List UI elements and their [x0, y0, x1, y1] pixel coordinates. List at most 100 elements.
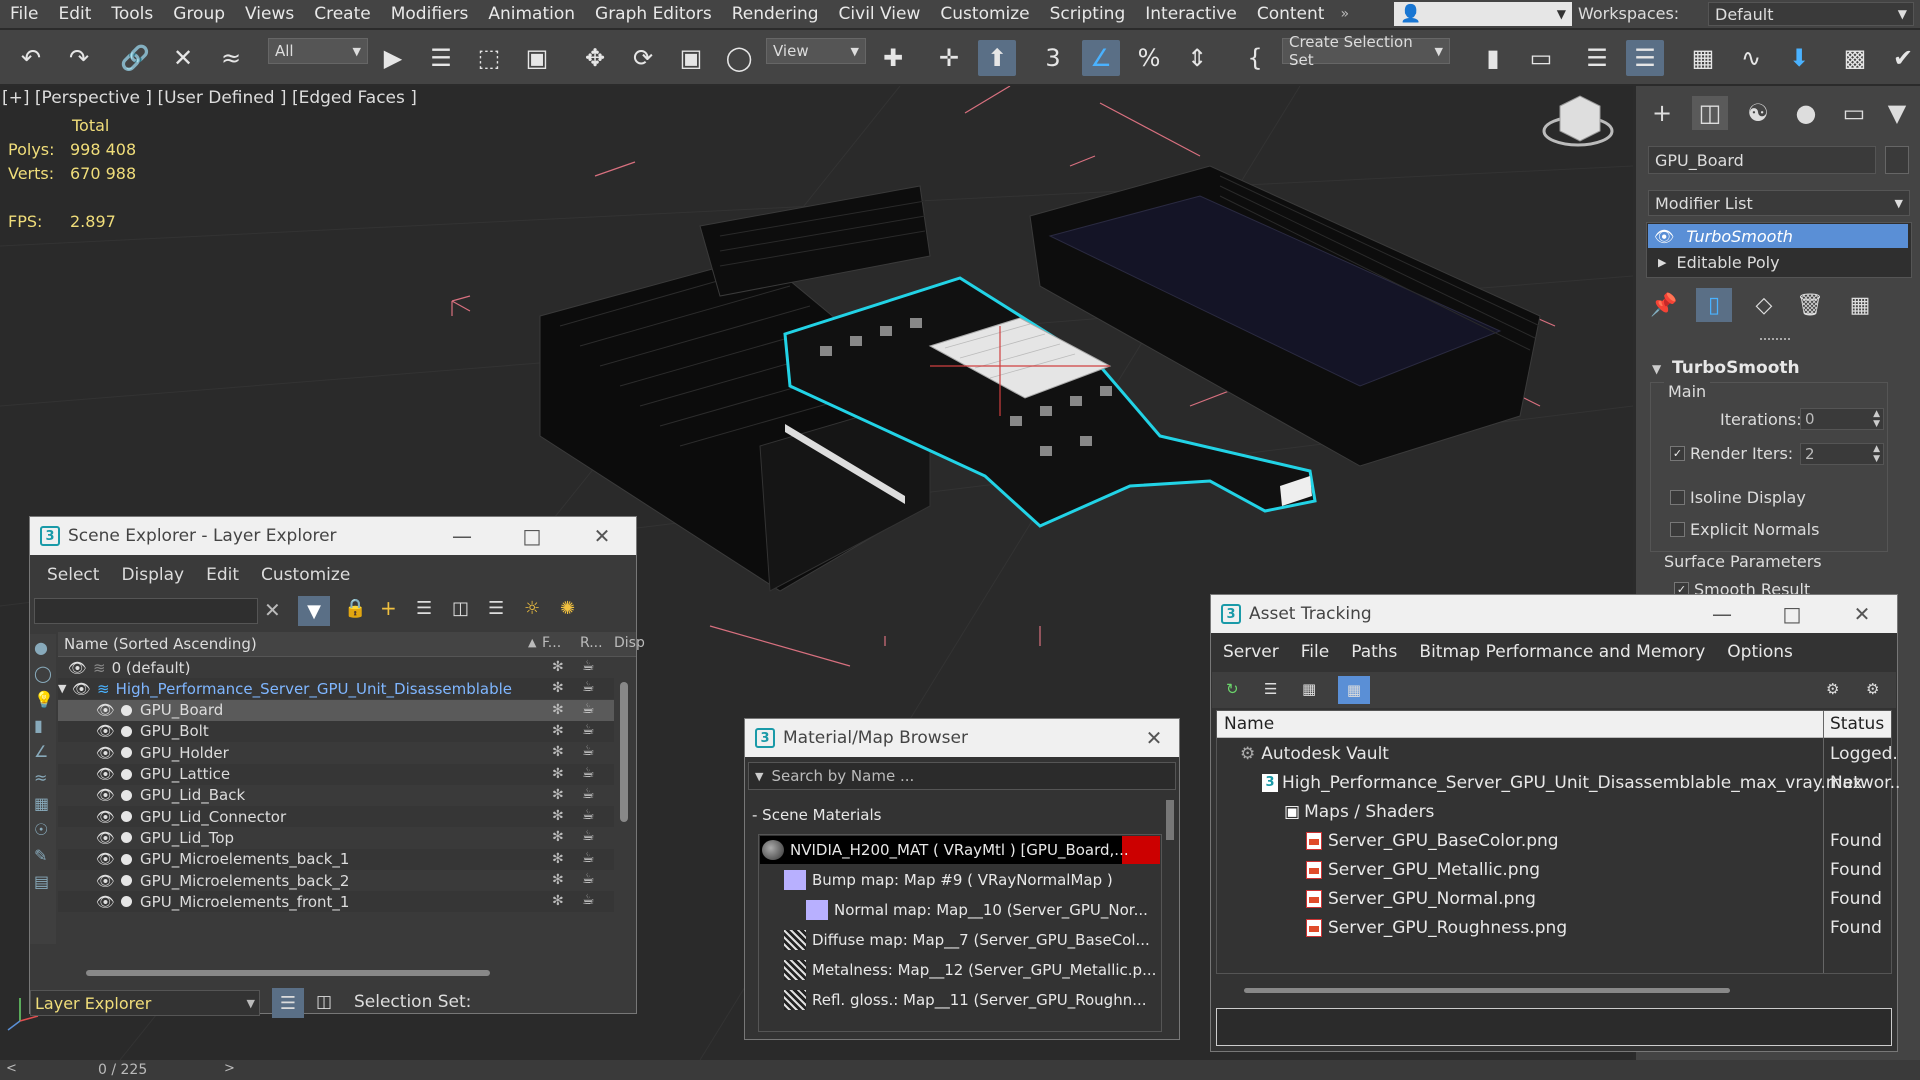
- panel-divider-grip[interactable]: [1760, 338, 1790, 344]
- menu-item-views[interactable]: Views: [235, 4, 304, 24]
- render-teapot-icon[interactable]: ☕: [582, 722, 595, 738]
- object-name-field[interactable]: GPU_Board: [1648, 146, 1876, 174]
- vertical-scrollbar[interactable]: [620, 682, 628, 822]
- eye-icon[interactable]: 👁: [1654, 227, 1674, 246]
- col-name-header[interactable]: Name (Sorted Ascending): [64, 635, 257, 653]
- render-teapot-icon[interactable]: ☕: [582, 765, 595, 781]
- create-tab-icon[interactable]: +: [1644, 96, 1680, 130]
- spinner-snap-icon[interactable]: ⇕: [1178, 40, 1216, 76]
- menu-item-rendering[interactable]: Rendering: [722, 4, 829, 24]
- remove-modifier-icon[interactable]: 🗑: [1792, 288, 1828, 322]
- highlight-icon[interactable]: ☼: [524, 598, 540, 619]
- asset-row[interactable]: Server_GPU_Metallic.png: [1306, 856, 1540, 884]
- display-bones-icon[interactable]: ✎: [34, 846, 47, 865]
- explorer-type-dropdown[interactable]: Layer Explorer ▼: [30, 990, 260, 1016]
- eye-icon[interactable]: 👁: [96, 722, 115, 740]
- display-tab-icon[interactable]: ▭: [1836, 96, 1872, 130]
- col-status-header[interactable]: Status: [1830, 714, 1884, 734]
- material-row[interactable]: Bump map: Map #9 ( VRayNormalMap ): [784, 867, 1158, 893]
- material-browser-titlebar[interactable]: 3 Material/Map Browser: [745, 719, 1179, 757]
- undo-icon[interactable]: ↶: [12, 40, 50, 76]
- show-end-result-icon[interactable]: ▯: [1696, 288, 1732, 322]
- display-helpers-icon[interactable]: ∠: [34, 742, 48, 761]
- add-to-layer-icon[interactable]: ☰: [416, 598, 432, 619]
- asset-row[interactable]: Server_GPU_BaseColor.png: [1306, 827, 1559, 855]
- asset-row[interactable]: ⚙ Autodesk Vault: [1240, 740, 1389, 768]
- time-slider-left-icon[interactable]: <: [6, 1061, 17, 1076]
- unlink-icon[interactable]: ✕: [164, 40, 202, 76]
- material-row[interactable]: Refl. gloss.: Map__11 (Server_GPU_Roughn…: [784, 987, 1158, 1013]
- hierarchy-mode-icon[interactable]: ◫: [316, 992, 332, 1012]
- snaps-toggle-icon[interactable]: 3: [1034, 40, 1072, 76]
- menu-item-tools[interactable]: Tools: [101, 4, 163, 24]
- layer-row[interactable]: ▼ 👁 ≋ High_Performance_Server_GPU_Unit_Disa…: [58, 678, 614, 700]
- pivot-center-icon[interactable]: ✚: [874, 40, 912, 76]
- at-menu-paths[interactable]: Paths: [1340, 642, 1408, 662]
- freeze-icon[interactable]: ✻: [552, 893, 564, 909]
- refresh-icon[interactable]: ↻: [1226, 680, 1239, 698]
- close-icon[interactable]: ✕: [1130, 719, 1178, 757]
- at-menu-server[interactable]: Server: [1212, 642, 1290, 662]
- scene-explorer-toggle-icon[interactable]: ☰: [1578, 40, 1616, 76]
- object-row[interactable]: 👁 GPU_Holder: [58, 742, 614, 764]
- percent-snap-icon[interactable]: %: [1130, 40, 1168, 76]
- isoline-display-checkbox[interactable]: [1670, 490, 1685, 505]
- asset-row[interactable]: Server_GPU_Roughness.png: [1306, 914, 1567, 942]
- menu-item-scripting[interactable]: Scripting: [1040, 4, 1136, 24]
- eye-icon[interactable]: 👁: [72, 680, 91, 698]
- layer-row[interactable]: 👁 ≋ 0 (default): [58, 657, 614, 678]
- freeze-icon[interactable]: ✻: [552, 808, 564, 824]
- se-menu-edit[interactable]: Edit: [195, 565, 250, 585]
- time-slider[interactable]: [0, 1060, 1920, 1080]
- object-color-swatch[interactable]: [1885, 146, 1909, 174]
- move-icon[interactable]: ✥: [576, 40, 614, 76]
- lock-icon[interactable]: 🔒: [344, 598, 366, 619]
- create-layer-icon[interactable]: +: [380, 596, 397, 620]
- asset-row[interactable]: ▣ Maps / Shaders: [1284, 798, 1434, 826]
- clear-search-icon[interactable]: ✕: [264, 598, 281, 622]
- link-icon[interactable]: 🔗: [116, 40, 154, 76]
- chevron-right-icon[interactable]: ▶: [1658, 256, 1666, 269]
- help-icon[interactable]: ⚙: [1826, 680, 1839, 698]
- display-geometry-icon[interactable]: ●: [34, 638, 48, 657]
- display-xrefs-icon[interactable]: ☉: [34, 820, 48, 839]
- freeze-icon[interactable]: ✻: [552, 851, 564, 867]
- object-row[interactable]: 👁 GPU_Bolt: [58, 720, 614, 742]
- menu-item-customize[interactable]: Customize: [930, 4, 1039, 24]
- col-display-header[interactable]: Disp: [614, 635, 645, 651]
- object-row[interactable]: 👁 GPU_Lid_Top: [58, 827, 614, 849]
- asset-row[interactable]: 3 High_Performance_Server_GPU_Unit_Disass…: [1262, 769, 1863, 797]
- render-setup-icon[interactable]: ✔: [1884, 40, 1920, 76]
- menu-item-edit[interactable]: Edit: [48, 4, 101, 24]
- display-groups-icon[interactable]: ▦: [34, 794, 49, 813]
- render-teapot-icon[interactable]: ☕: [582, 701, 595, 717]
- render-teapot-icon[interactable]: ☕: [582, 892, 595, 908]
- eye-icon[interactable]: 👁: [96, 786, 115, 804]
- eye-icon[interactable]: 👁: [68, 659, 87, 677]
- modify-tab-icon[interactable]: ◫: [1692, 96, 1728, 130]
- mirror-icon[interactable]: ▮: [1474, 40, 1512, 76]
- chevron-down-icon[interactable]: ▼: [755, 770, 763, 783]
- stack-item-editable-poly[interactable]: ▶ Editable Poly: [1648, 250, 1908, 274]
- select-manipulate-icon[interactable]: ✛: [930, 40, 968, 76]
- menu-item-content[interactable]: Content: [1247, 4, 1335, 24]
- align-icon[interactable]: ▭: [1522, 40, 1560, 76]
- explicit-normals-checkbox[interactable]: [1670, 522, 1685, 537]
- object-row[interactable]: 👁 GPU_Microelements_front_1: [58, 891, 614, 913]
- object-row[interactable]: 👁 GPU_Lattice: [58, 763, 614, 785]
- display-lights-icon[interactable]: 💡: [34, 690, 54, 709]
- hierarchy-icon[interactable]: ◫: [452, 598, 469, 619]
- eye-icon[interactable]: 👁: [96, 872, 115, 890]
- object-row[interactable]: 👁 GPU_Lid_Connector: [58, 806, 614, 828]
- close-icon[interactable]: ✕: [578, 517, 626, 555]
- rollout-title[interactable]: TurboSmooth: [1672, 358, 1800, 378]
- hierarchy-tab-icon[interactable]: ☯: [1740, 96, 1776, 130]
- reference-coordinate-dropdown[interactable]: View ▼: [766, 38, 866, 64]
- bind-spacewarp-icon[interactable]: ≈: [212, 40, 250, 76]
- stack-item-turbosmooth[interactable]: 👁 TurboSmooth: [1648, 224, 1908, 248]
- freeze-icon[interactable]: ✻: [552, 872, 564, 888]
- col-render-header[interactable]: R...: [580, 635, 603, 651]
- workspace-dropdown[interactable]: Default ▼: [1708, 2, 1914, 26]
- eye-icon[interactable]: 👁: [96, 829, 115, 847]
- material-row[interactable]: NVIDIA_H200_MAT ( VRayMtl ) [GPU_Board,.…: [762, 837, 1158, 863]
